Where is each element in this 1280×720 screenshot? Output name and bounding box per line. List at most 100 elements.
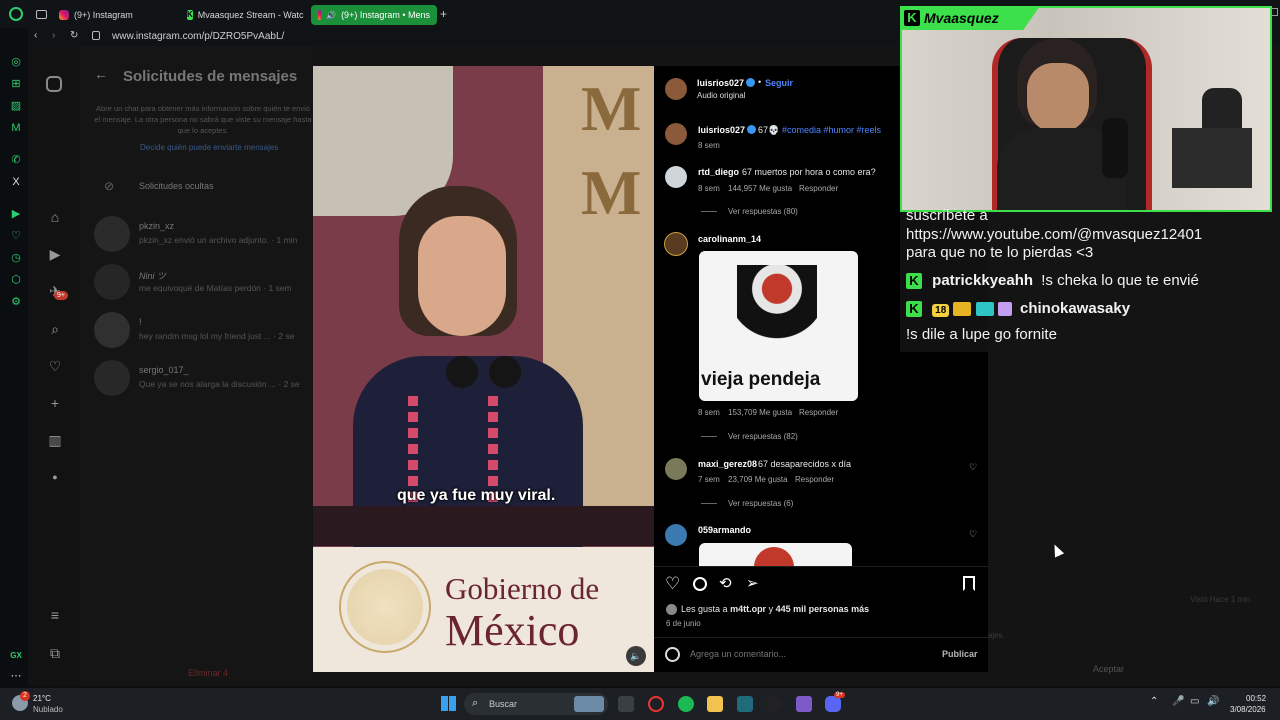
likes-summary[interactable]: Les gusta a m4tt.opr y 445 mil personas … [681,604,869,614]
search-box[interactable]: ⌕ Buscar [464,693,608,715]
view-replies[interactable]: Ver respuestas (82) [728,432,798,441]
delete-button[interactable]: Eliminar 4 [188,668,228,678]
apps-icon[interactable]: ⧉ [46,644,64,662]
forward-icon[interactable]: › [52,30,55,41]
like-icon[interactable]: ♡ [665,574,680,594]
aria-icon[interactable]: ◎ [8,54,24,70]
task-view-icon[interactable] [618,696,634,712]
follow-button[interactable]: Seguir [765,78,793,88]
player-icon[interactable]: ▶ [8,206,24,222]
mute-button[interactable]: 🔈 [626,646,646,666]
more-icon[interactable]: ⋯ [8,668,24,684]
avatar[interactable] [664,232,688,256]
avatar[interactable] [665,166,687,188]
save-icon[interactable] [963,576,975,591]
settings-icon[interactable]: ⚙ [8,294,24,310]
back-arrow-icon[interactable]: ← [94,66,108,82]
list-item[interactable]: Nini ツ me equivoqué de Matías perdón · 1… [92,262,312,304]
obs-icon[interactable] [766,696,782,712]
chat-user[interactable]: chinokawasaky [1020,300,1130,317]
extensions-icon[interactable]: ⬡ [8,272,24,288]
comment-input[interactable] [690,646,930,662]
home-icon[interactable]: ⌂ [46,208,64,226]
volume-icon[interactable]: 🔊 [1207,696,1219,707]
workspaces-icon[interactable] [36,10,47,19]
profile-icon[interactable]: ● [46,468,64,486]
comment-user[interactable]: carolinanm_14 [698,234,761,244]
view-replies[interactable]: Ver respuestas (80) [728,207,798,216]
microphone-icon[interactable]: 🎤 [1172,696,1184,707]
comment-user[interactable]: 059armando [698,525,751,535]
share-icon[interactable]: ➢ [746,574,759,592]
comment-user[interactable]: maxi_gerez08 [698,459,757,469]
decide-link[interactable]: Decide quién puede enviarte mensajes [140,143,278,152]
reply-button[interactable]: Responder [799,184,838,193]
create-icon[interactable]: + [46,394,64,412]
reply-button[interactable]: Responder [795,475,834,484]
like-comment-icon[interactable]: ♡ [969,462,977,473]
reels-icon[interactable]: ▶ [46,245,64,263]
instagram-logo-icon[interactable] [46,76,62,92]
avatar[interactable] [665,524,687,546]
comment-user[interactable]: rtd_diego [698,167,739,177]
avatar[interactable] [665,78,687,100]
dashboard-icon[interactable]: ▥ [46,431,64,449]
reload-icon[interactable]: ↻ [70,30,78,41]
app-icon[interactable] [737,696,753,712]
caption-tags[interactable]: #comedia #humor #reels [782,125,881,135]
search-icon[interactable]: ⌕ [46,320,64,338]
hidden-requests-label[interactable]: Solicitudes ocultas [139,181,214,191]
whatsapp-icon[interactable]: ✆ [8,152,24,168]
like-comment-icon[interactable]: ♡ [969,529,977,540]
heart-icon[interactable]: ♡ [8,228,24,244]
new-tab-button[interactable]: + [440,7,447,21]
comment-likes[interactable]: 23,709 Me gusta [728,475,788,484]
start-button[interactable] [441,696,456,711]
emoji-icon[interactable] [665,647,680,662]
tab-instagram-messages[interactable]: 🔊 (9+) Instagram • Mens [311,5,437,25]
history-icon[interactable]: ◷ [8,250,24,266]
list-item[interactable]: sergio_017_ Que ya se nos alarga la disc… [92,358,312,400]
comment-icon[interactable] [693,577,707,591]
publish-button[interactable]: Publicar [942,649,978,659]
view-replies[interactable]: Ver respuestas (6) [728,499,793,508]
post-author[interactable]: luisrios027 [697,78,744,88]
comment-likes[interactable]: 153,709 Me gusta [728,408,792,417]
likes-count[interactable]: 445 mil personas más [776,604,870,614]
menu-icon[interactable]: ≡ [46,606,64,624]
caption-author[interactable]: luisrios027 [698,125,745,135]
comment-likes[interactable]: 144,957 Me gusta [728,184,792,193]
clock-date[interactable]: 3/08/2026 [1230,705,1266,714]
likes-user[interactable]: m4tt.opr [730,604,766,614]
audio-label[interactable]: Audio original [697,91,745,100]
wallet-icon[interactable]: ▨ [8,98,24,114]
reply-button[interactable]: Responder [799,408,838,417]
reel-video[interactable]: M M que ya fue muy viral. Gobierno de Mé… [313,66,654,672]
game-icon[interactable] [796,696,812,712]
discord-icon[interactable] [825,696,841,712]
avatar[interactable] [665,123,687,145]
avatar[interactable] [665,458,687,480]
comment-sticker[interactable] [699,543,852,566]
list-item[interactable]: ! hey randm msg lol my friend just ... ·… [92,310,312,352]
tray-chevron-icon[interactable]: ⌃ [1150,696,1158,707]
gx-icon[interactable]: GX [8,648,24,664]
file-explorer-icon[interactable] [707,696,723,712]
back-icon[interactable]: ‹ [34,30,37,41]
notifications-heart-icon[interactable]: ♡ [46,357,64,375]
network-icon[interactable]: ▭ [1190,696,1199,707]
url-text[interactable]: www.instagram.com/p/DZRO5PvAabL/ [112,31,284,42]
tab-instagram[interactable]: (9+) Instagram [52,5,180,25]
tab-stream[interactable]: K Mvaasquez Stream - Watc [180,5,308,25]
opera-logo-icon[interactable] [9,7,23,21]
opera-gx-icon[interactable] [648,696,664,712]
accept-button[interactable]: Aceptar [1093,664,1124,674]
messenger-icon[interactable]: M [8,120,24,136]
repost-icon[interactable]: ⟲ [719,574,732,592]
x-icon[interactable]: X [8,174,24,190]
chat-user[interactable]: patrickkyeahh [932,272,1033,289]
shop-icon[interactable]: ⊞ [8,76,24,92]
clock-time[interactable]: 00:52 [1246,694,1266,703]
speaker-icon[interactable]: 🔊 [326,11,336,20]
list-item[interactable]: pkzin_xz pkzin_xz envió un archivo adjun… [92,214,312,256]
